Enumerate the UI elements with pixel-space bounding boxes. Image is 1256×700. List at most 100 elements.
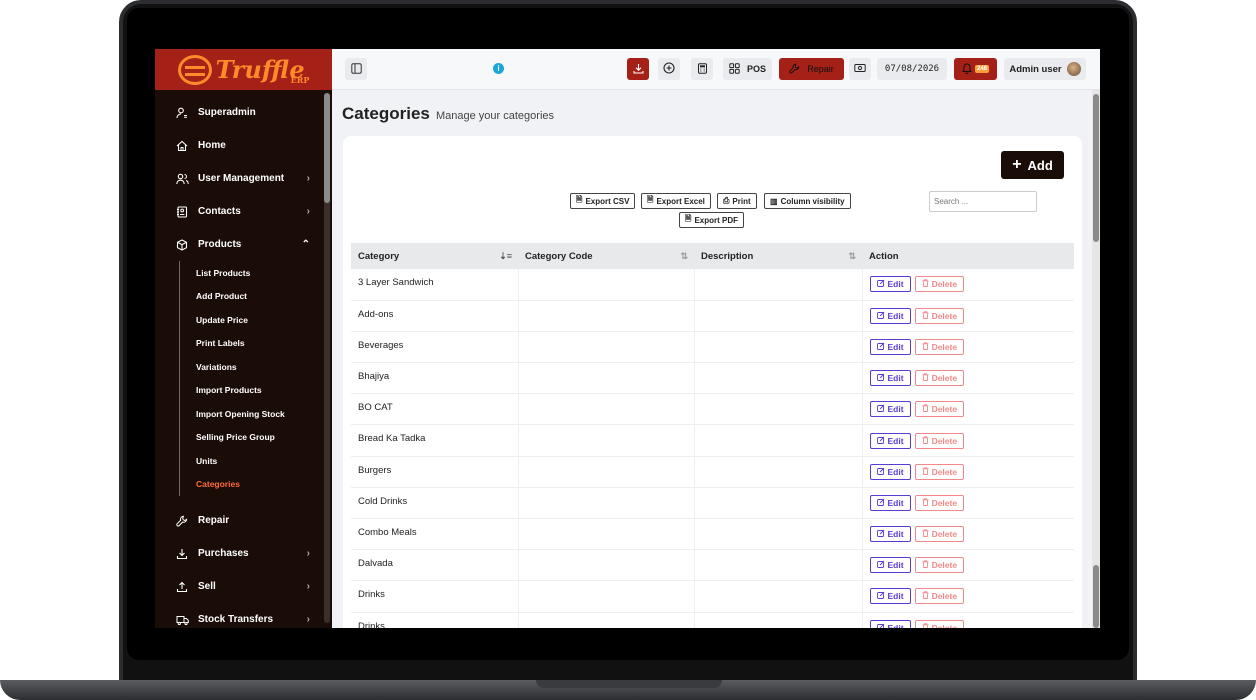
sidebar-item-label: Purchases: [198, 548, 249, 559]
download-icon: [175, 547, 189, 561]
trash-icon: [922, 591, 929, 601]
delete-label: Delete: [931, 404, 958, 415]
delete-button[interactable]: Delete: [914, 276, 965, 293]
delete-button[interactable]: Delete: [914, 588, 965, 605]
table-row: Add-ons Edit Delete: [351, 300, 1074, 332]
sidebar-subitem-list-products[interactable]: List Products: [196, 261, 332, 285]
repair-button[interactable]: Repair: [779, 58, 844, 80]
column-label: Action: [869, 250, 899, 262]
delete-button[interactable]: Delete: [914, 619, 965, 628]
delete-button[interactable]: Delete: [914, 307, 965, 324]
sidebar-subitem-units[interactable]: Units: [196, 449, 332, 473]
sidebar-subitem-selling-price-group[interactable]: Selling Price Group: [196, 426, 332, 450]
trash-icon: [922, 498, 929, 508]
sort-active-icon: ⇣≡: [499, 251, 512, 261]
delete-button[interactable]: Delete: [914, 338, 965, 355]
cell-action: Edit Delete: [862, 393, 1074, 426]
cell-action: Edit Delete: [862, 549, 1074, 582]
export-pdf-label: Export PDF: [694, 215, 738, 225]
edit-button[interactable]: Edit: [869, 526, 911, 543]
column-header-description[interactable]: Description ⇅: [694, 243, 862, 269]
edit-button[interactable]: Edit: [869, 401, 911, 418]
bell-icon: [962, 62, 972, 76]
sidebar-item-home[interactable]: Home: [155, 129, 332, 162]
sidebar-subitem-add-product[interactable]: Add Product: [196, 285, 332, 309]
edit-button[interactable]: Edit: [869, 307, 911, 324]
edit-button[interactable]: Edit: [869, 557, 911, 574]
sidebar-item-superadmin[interactable]: Superadmin: [155, 96, 332, 129]
chevron-right-icon: ›: [306, 548, 310, 559]
edit-button[interactable]: Edit: [869, 370, 911, 387]
table-row: Combo Meals Edit Delete: [351, 518, 1074, 551]
delete-button[interactable]: Delete: [914, 557, 965, 574]
download-button[interactable]: [627, 58, 649, 80]
info-icon[interactable]: i: [493, 63, 504, 74]
cell-action: Edit Delete: [862, 331, 1074, 364]
cell-description: [694, 331, 863, 364]
column-visibility-button[interactable]: ▥ Column visibility: [764, 193, 851, 209]
main-scroll-thumb-lower[interactable]: [1093, 565, 1099, 628]
print-label: Print: [732, 196, 751, 206]
edit-label: Edit: [887, 560, 904, 571]
sidebar-subitem-import-products[interactable]: Import Products: [196, 379, 332, 403]
sidebar-item-contacts[interactable]: Contacts ›: [155, 195, 332, 228]
sidebar-item-repair[interactable]: Repair: [155, 504, 332, 537]
sidebar-toggle-button[interactable]: [345, 58, 367, 80]
cell-action: Edit Delete: [862, 456, 1074, 488]
export-pdf-button[interactable]: 🗎 Export PDF: [679, 212, 744, 228]
sidebar-subitem-categories[interactable]: Categories: [196, 473, 332, 497]
main-scroll-thumb[interactable]: [1093, 94, 1099, 242]
sidebar-subitem-update-price[interactable]: Update Price: [196, 308, 332, 332]
delete-button[interactable]: Delete: [914, 526, 965, 543]
cash-button[interactable]: [849, 58, 871, 80]
sidebar-item-label: Stock Transfers: [198, 614, 274, 625]
delete-label: Delete: [931, 560, 958, 571]
edit-button[interactable]: Edit: [869, 338, 911, 355]
print-button[interactable]: ⎙ Print: [717, 193, 757, 209]
add-category-button[interactable]: + Add: [1001, 151, 1064, 179]
logo-bar[interactable]: Truffle ERP: [155, 49, 332, 90]
column-header-category-code[interactable]: Category Code ⇅: [518, 243, 694, 269]
cell-category: 3 Layer Sandwich: [351, 269, 519, 301]
search-input[interactable]: Search ...: [929, 191, 1037, 212]
user-icon: [175, 106, 189, 120]
sidebar-subitem-variations[interactable]: Variations: [196, 355, 332, 379]
sidebar-item-stock-transfers[interactable]: Stock Transfers ›: [155, 603, 332, 628]
edit-button[interactable]: Edit: [869, 588, 911, 605]
cell-action: Edit Delete: [862, 487, 1074, 520]
column-header-action: Action: [862, 243, 1074, 269]
delete-button[interactable]: Delete: [914, 401, 965, 418]
edit-icon: [876, 373, 885, 383]
edit-button[interactable]: Edit: [869, 276, 911, 293]
sidebar-item-products[interactable]: Products ⌃: [155, 228, 332, 261]
add-circle-button[interactable]: [658, 58, 680, 80]
edit-button[interactable]: Edit: [869, 494, 911, 511]
sidebar-item-label: Superadmin: [198, 107, 256, 118]
column-header-category[interactable]: Category ⇣≡: [351, 243, 518, 269]
notifications-button[interactable]: 248: [954, 58, 997, 80]
export-csv-button[interactable]: 🗎 Export CSV: [570, 193, 636, 209]
cell-action: Edit Delete: [862, 362, 1074, 395]
sidebar-item-sell[interactable]: Sell ›: [155, 570, 332, 603]
delete-button[interactable]: Delete: [914, 370, 965, 387]
column-visibility-label: Column visibility: [780, 196, 845, 206]
cell-category-code: [518, 549, 695, 582]
cell-category-code: [518, 300, 695, 332]
edit-button[interactable]: Edit: [869, 463, 911, 480]
delete-button[interactable]: Delete: [914, 463, 965, 480]
table-row: Bread Ka Tadka Edit Delete: [351, 424, 1074, 457]
edit-button[interactable]: Edit: [869, 619, 911, 628]
sidebar-item-user-management[interactable]: User Management ›: [155, 162, 332, 195]
edit-button[interactable]: Edit: [869, 432, 911, 449]
pos-button[interactable]: POS: [723, 58, 772, 80]
export-excel-button[interactable]: 🗎 Export Excel: [641, 193, 711, 209]
cell-category-code: [518, 362, 695, 395]
user-menu-button[interactable]: Admin user: [1004, 58, 1086, 80]
delete-button[interactable]: Delete: [914, 432, 965, 449]
edit-label: Edit: [887, 373, 904, 384]
sidebar-subitem-print-labels[interactable]: Print Labels: [196, 332, 332, 356]
sidebar-subitem-import-opening-stock[interactable]: Import Opening Stock: [196, 402, 332, 426]
sidebar-item-purchases[interactable]: Purchases ›: [155, 537, 332, 570]
calculator-button[interactable]: [691, 58, 713, 80]
delete-button[interactable]: Delete: [914, 494, 965, 511]
